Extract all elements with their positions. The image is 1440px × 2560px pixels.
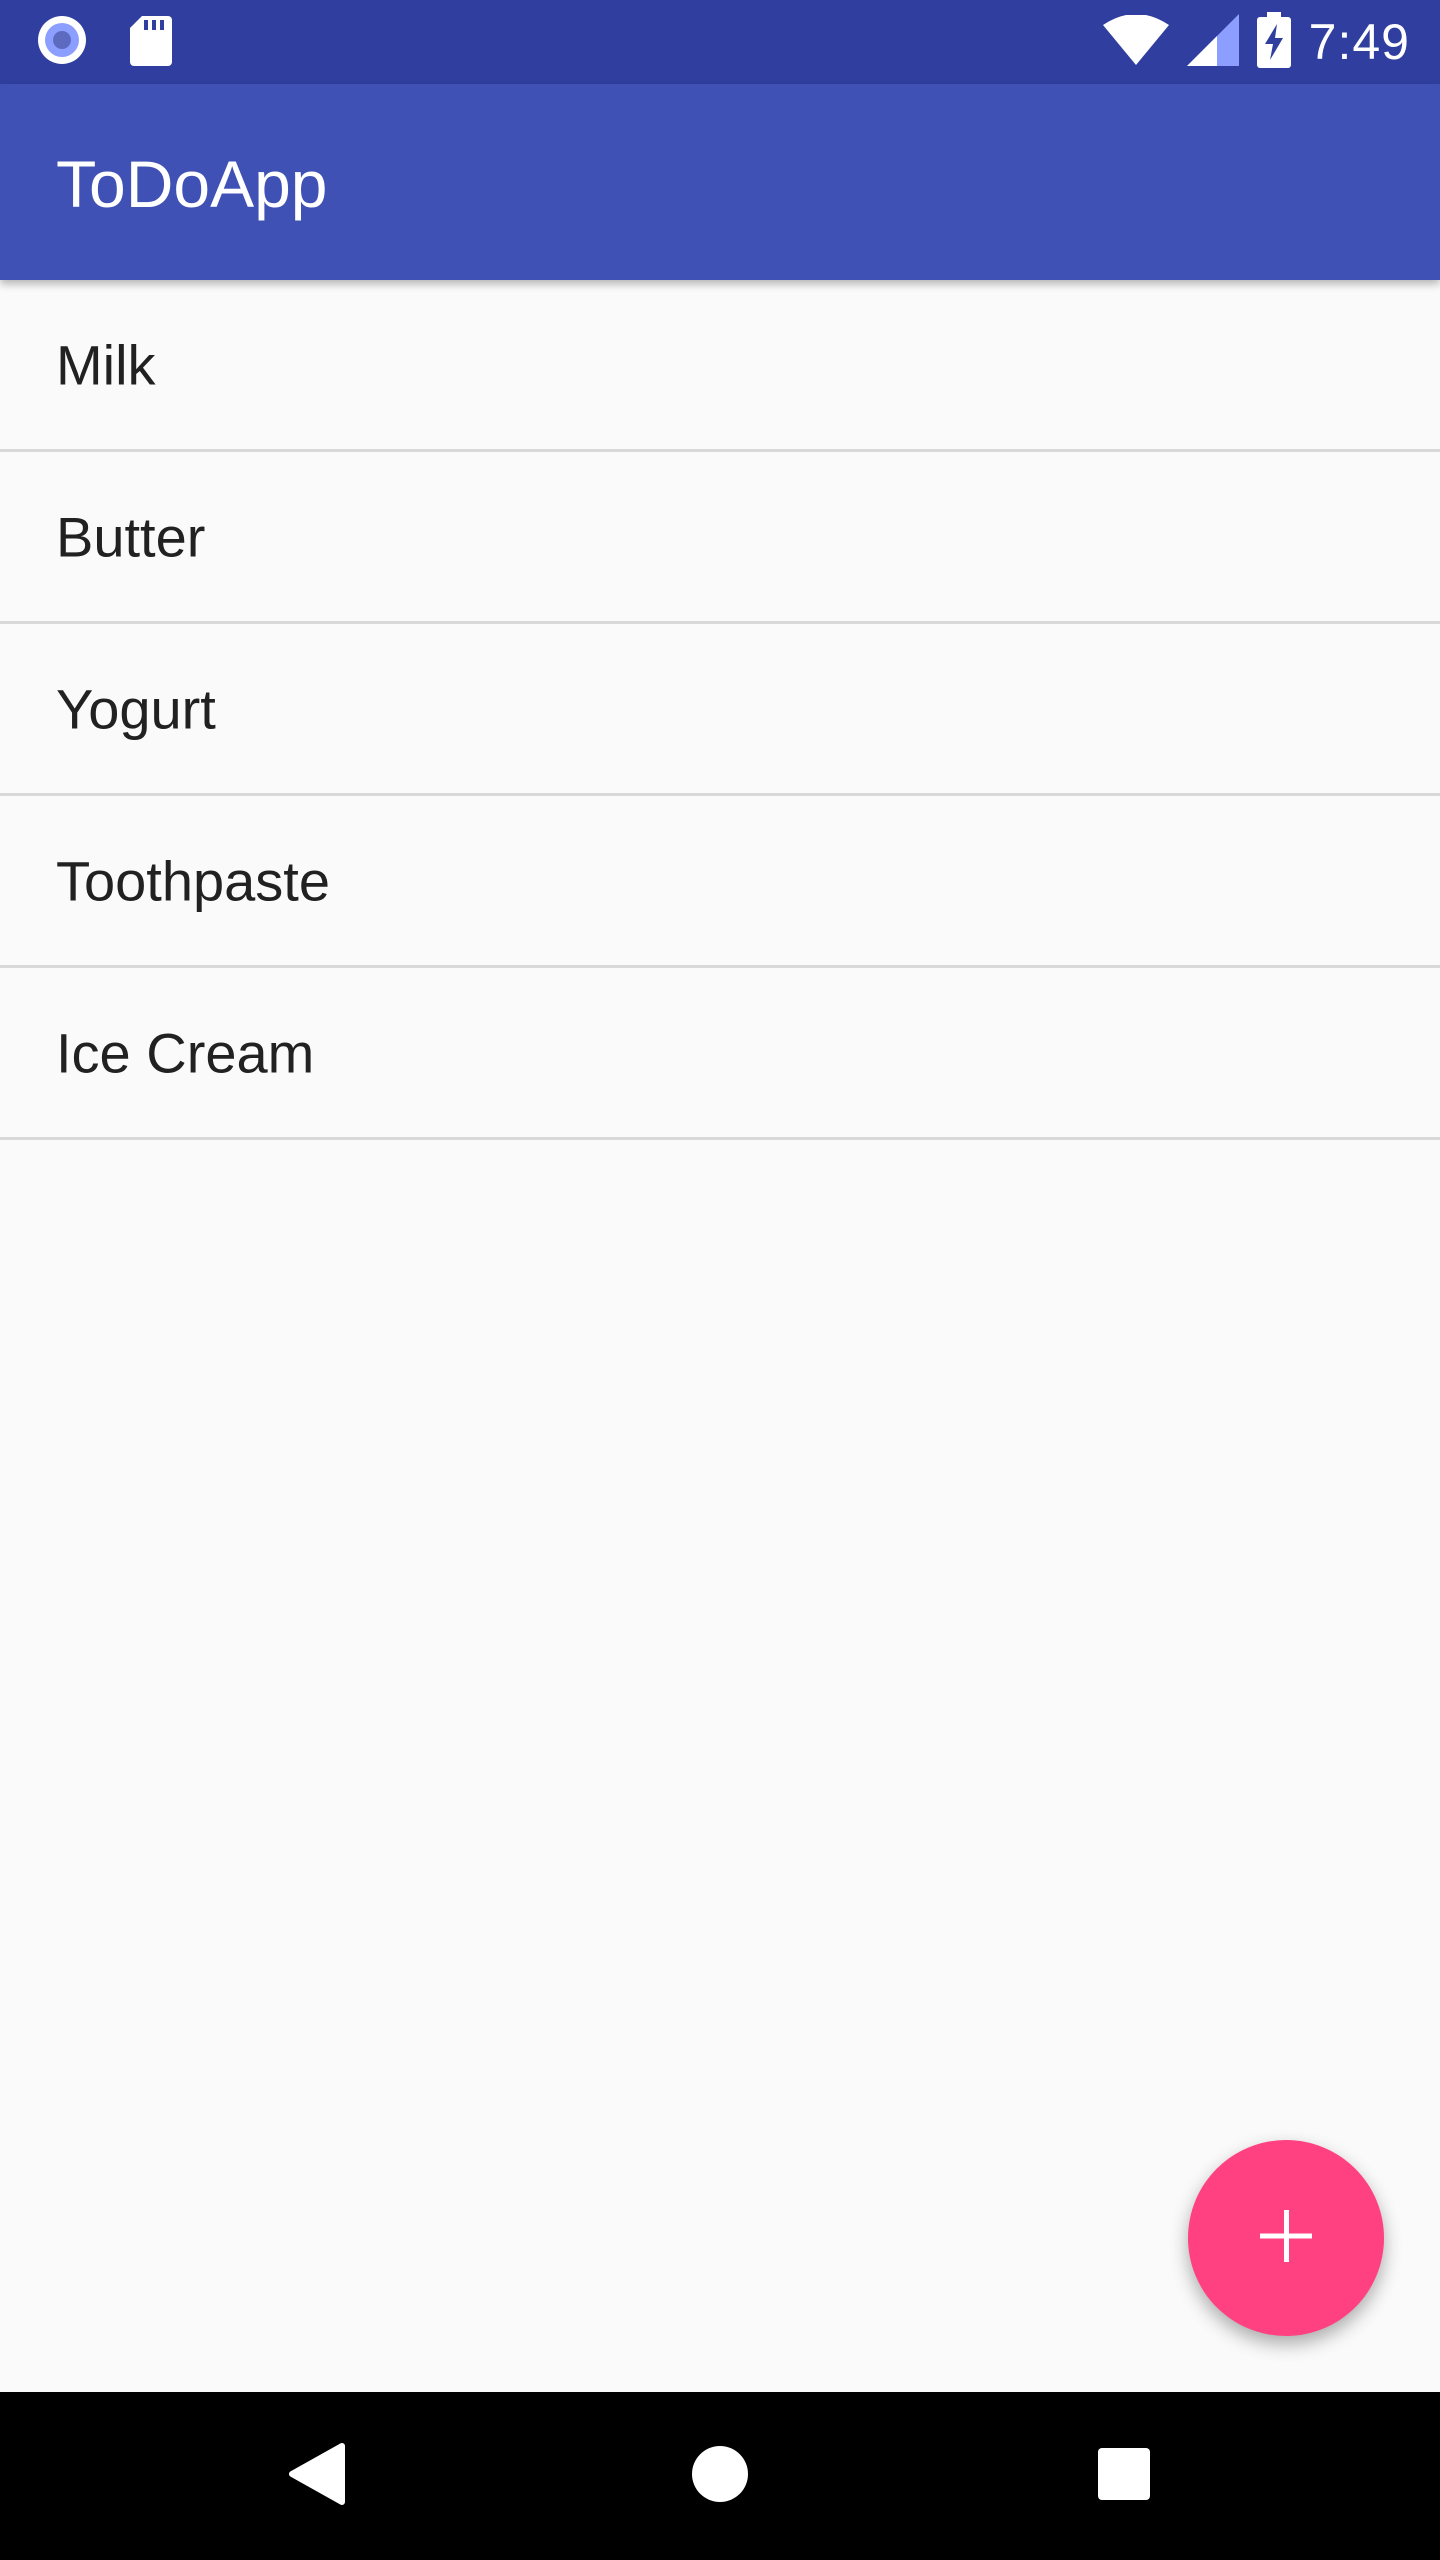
todo-list: Milk Butter Yogurt Toothpaste Ice Cream — [0, 280, 1440, 1140]
recents-icon — [1096, 2446, 1152, 2507]
cast-record-icon — [36, 14, 88, 71]
home-button[interactable] — [678, 2434, 762, 2518]
navigation-bar — [0, 2392, 1440, 2560]
status-right-icons: 7:49 — [1102, 10, 1410, 74]
list-item-label: Ice Cream — [56, 1021, 315, 1084]
sd-card-icon — [130, 14, 172, 71]
app-title: ToDoApp — [56, 147, 328, 221]
list-item-label: Butter — [56, 505, 206, 568]
list-item[interactable]: Milk — [0, 280, 1440, 452]
list-item[interactable]: Yogurt — [0, 624, 1440, 796]
status-bar: 7:49 — [0, 0, 1440, 84]
status-time: 7:49 — [1308, 14, 1410, 70]
list-item-label: Toothpaste — [56, 849, 330, 912]
list-item[interactable]: Butter — [0, 452, 1440, 624]
list-item[interactable]: Toothpaste — [0, 796, 1440, 968]
list-item-label: Yogurt — [56, 677, 216, 740]
list-item[interactable]: Ice Cream — [0, 968, 1440, 1140]
wifi-icon — [1102, 13, 1169, 70]
app-bar: ToDoApp — [0, 84, 1440, 280]
list-item-label: Milk — [56, 333, 156, 396]
cell-signal-icon — [1186, 13, 1239, 71]
recents-button[interactable] — [1082, 2434, 1166, 2518]
back-icon — [286, 2442, 346, 2511]
home-icon — [690, 2444, 750, 2509]
plus-icon — [1258, 2208, 1314, 2269]
back-button[interactable] — [274, 2434, 358, 2518]
battery-charging-icon — [1256, 11, 1291, 73]
screen: 7:49 ToDoApp Milk Butter Yogurt Toothpas… — [0, 0, 1440, 2560]
add-item-button[interactable] — [1188, 2140, 1384, 2336]
status-left-icons — [36, 14, 172, 70]
